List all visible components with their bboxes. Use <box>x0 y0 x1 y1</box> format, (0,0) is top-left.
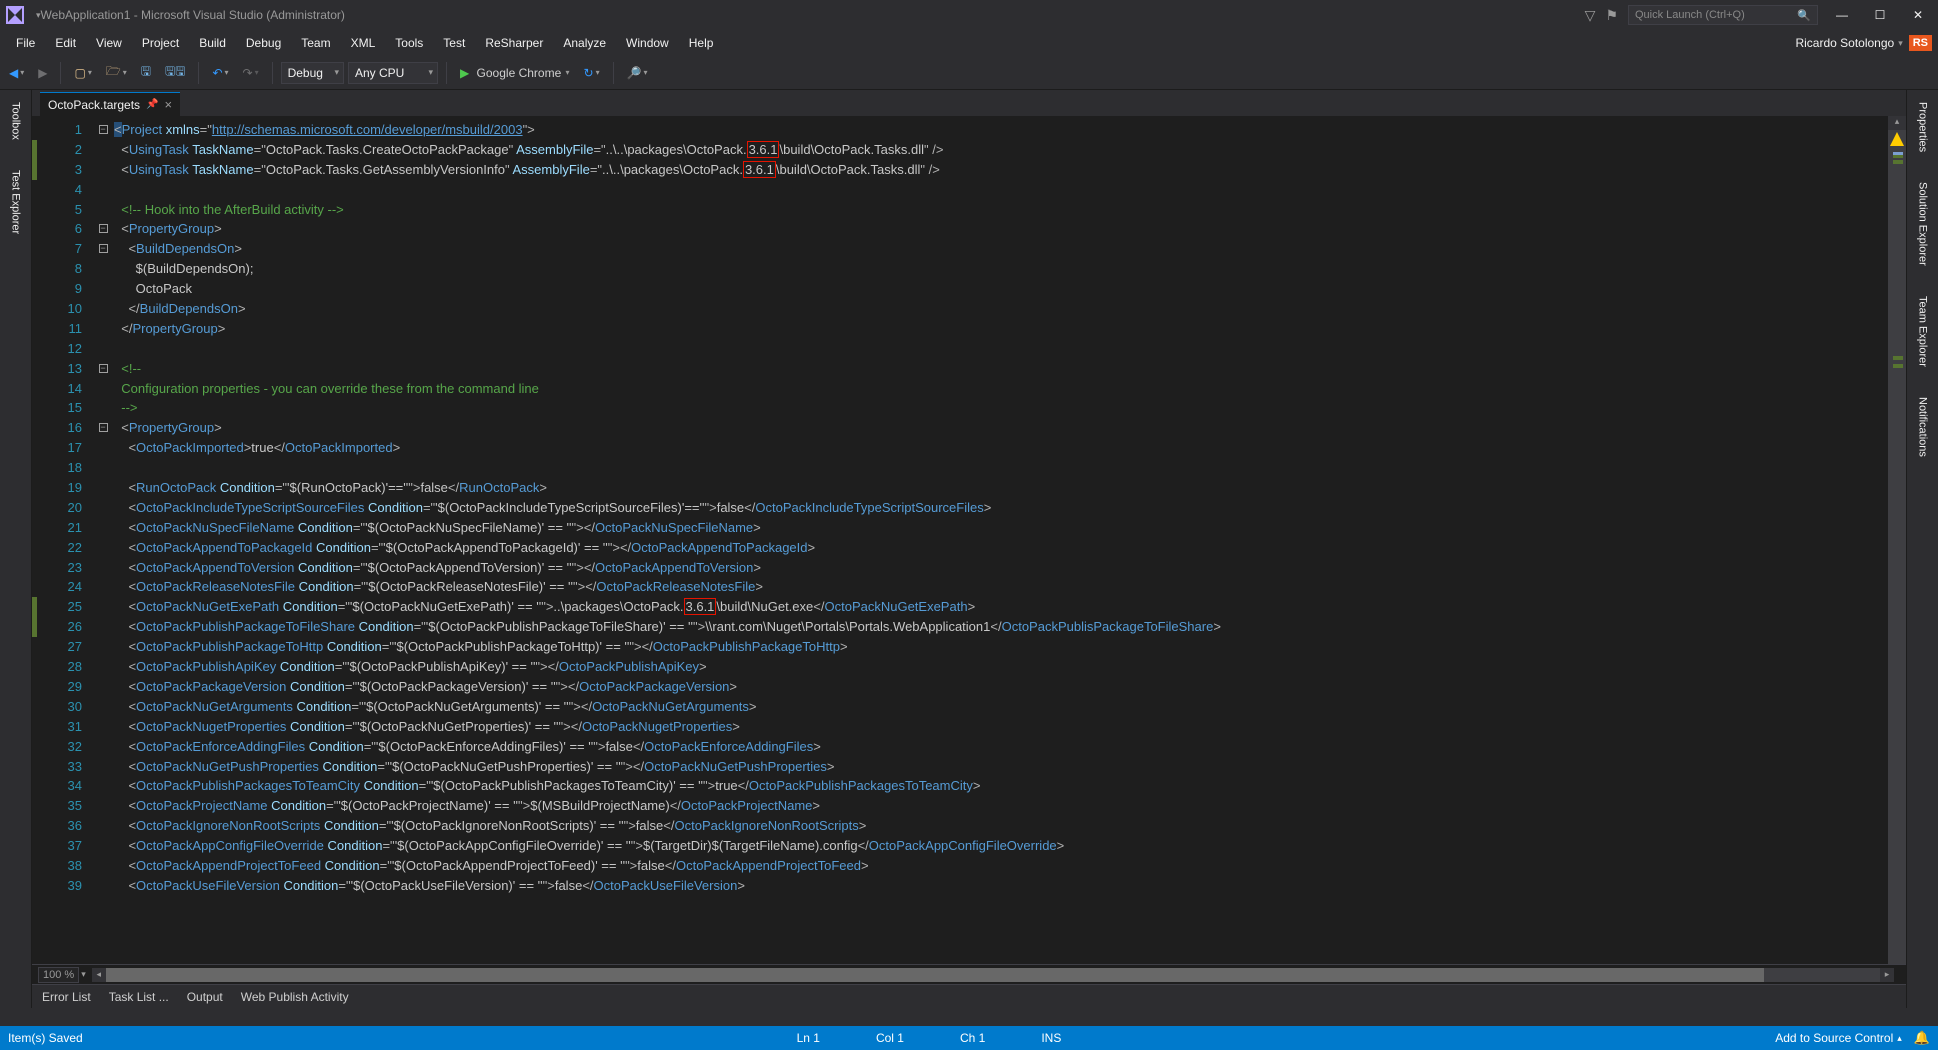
start-debug-button[interactable]: ▶ Google Chrome ▾ <box>455 63 575 83</box>
undo-button[interactable]: ↶▾ <box>207 63 233 83</box>
fold-column[interactable]: −−−−− <box>96 116 110 964</box>
close-button[interactable]: ✕ <box>1904 5 1932 25</box>
status-message: Item(s) Saved <box>8 1031 83 1045</box>
status-line: Ln 1 <box>769 1031 848 1045</box>
platform-combo[interactable]: Any CPU <box>348 62 438 84</box>
scroll-thumb[interactable] <box>106 968 1764 982</box>
nav-back-button[interactable]: ◀▾ <box>4 63 29 83</box>
document-tabs: OctoPack.targets 📌 × <box>32 90 1906 116</box>
change-mark <box>1893 364 1903 368</box>
redo-button[interactable]: ↷▾ <box>238 63 264 83</box>
menu-view[interactable]: View <box>86 33 132 53</box>
menu-file[interactable]: File <box>6 33 45 53</box>
editor-footer: 100 % ▾ ◂ ▸ <box>32 964 1906 984</box>
caret-mark <box>1893 152 1903 155</box>
menu-test[interactable]: Test <box>433 33 475 53</box>
maximize-button[interactable]: ☐ <box>1866 5 1894 25</box>
menu-edit[interactable]: Edit <box>45 33 86 53</box>
user-name[interactable]: Ricardo Sotolongo <box>1795 36 1894 50</box>
menu-project[interactable]: Project <box>132 33 189 53</box>
scroll-right-button[interactable]: ▸ <box>1880 968 1894 982</box>
config-combo[interactable]: Debug <box>281 62 344 84</box>
zoom-select[interactable]: 100 % <box>38 967 79 983</box>
side-tab-team-explorer[interactable]: Team Explorer <box>1915 290 1931 373</box>
source-control-button[interactable]: Add to Source Control▴ <box>1775 1031 1902 1045</box>
user-dropdown-icon[interactable]: ▾ <box>1898 38 1903 49</box>
code-area[interactable]: 1234567891011121314151617181920212223242… <box>32 116 1906 964</box>
search-icon: 🔍 <box>1797 9 1811 22</box>
status-bar: Item(s) Saved Ln 1 Col 1 Ch 1 INS Add to… <box>0 1026 1938 1050</box>
nav-fwd-button[interactable]: ▶ <box>33 63 52 83</box>
horizontal-scrollbar[interactable]: ◂ ▸ <box>92 968 1894 982</box>
feedback-icon[interactable]: ▽ <box>1585 7 1596 24</box>
side-tab-solution-explorer[interactable]: Solution Explorer <box>1915 176 1931 272</box>
menu-debug[interactable]: Debug <box>236 33 291 53</box>
quick-launch-input[interactable]: Quick Launch (Ctrl+Q) 🔍 <box>1628 5 1818 25</box>
toolbar: ◀▾ ▶ ▢▾ 🗁▾ 🖫 🖫🖫 ↶▾ ↷▾ Debug Any CPU ▶ Go… <box>0 56 1938 90</box>
tool-tab-task-list-[interactable]: Task List ... <box>107 987 171 1007</box>
scroll-left-button[interactable]: ◂ <box>92 968 106 982</box>
vertical-scrollbar[interactable]: ▴ <box>1888 116 1906 964</box>
left-sidebar: Toolbox Test Explorer <box>0 90 32 1008</box>
side-tab-toolbox[interactable]: Toolbox <box>8 96 24 146</box>
tool-tab-error-list[interactable]: Error List <box>40 987 93 1007</box>
tool-tab-output[interactable]: Output <box>185 987 225 1007</box>
status-col: Col 1 <box>848 1031 932 1045</box>
status-char: Ch 1 <box>932 1031 1013 1045</box>
minimize-button[interactable]: — <box>1828 5 1856 25</box>
window-title: WebApplication1 - Microsoft Visual Studi… <box>41 8 345 22</box>
menu-team[interactable]: Team <box>291 33 340 53</box>
menu-window[interactable]: Window <box>616 33 679 53</box>
new-file-button[interactable]: ▢▾ <box>69 63 96 83</box>
save-button[interactable]: 🖫 <box>136 59 156 86</box>
right-sidebar: Properties Solution Explorer Team Explorer… <box>1906 90 1938 1008</box>
close-tab-icon[interactable]: × <box>165 97 173 112</box>
menu-build[interactable]: Build <box>189 33 236 53</box>
open-file-button[interactable]: 🗁▾ <box>101 59 132 86</box>
user-avatar[interactable]: RS <box>1909 35 1932 51</box>
save-all-button[interactable]: 🖫🖫 <box>160 59 190 86</box>
main-area: Toolbox Test Explorer OctoPack.targets 📌 … <box>0 90 1938 1008</box>
notifications-flag-icon[interactable]: ⚑ <box>1605 7 1618 24</box>
tool-tab-web-publish-activity[interactable]: Web Publish Activity <box>239 987 351 1007</box>
find-in-files-button[interactable]: 🔎▾ <box>622 63 653 83</box>
menu-xml[interactable]: XML <box>341 33 386 53</box>
status-ins: INS <box>1013 1031 1089 1045</box>
title-bar: ▾ WebApplication1 - Microsoft Visual Stu… <box>0 0 1938 30</box>
tab-label: OctoPack.targets <box>48 98 140 112</box>
pin-icon[interactable]: 📌 <box>146 99 158 110</box>
bottom-tool-tabs: Error List Task List ... Output Web Publish… <box>32 984 1906 1008</box>
notifications-bell-icon[interactable]: 🔔 <box>1914 1030 1930 1046</box>
menu-resharper[interactable]: ReSharper <box>475 33 553 53</box>
zoom-dropdown-icon[interactable]: ▾ <box>81 969 86 980</box>
menu-analyze[interactable]: Analyze <box>553 33 616 53</box>
change-mark <box>1893 160 1903 164</box>
warning-indicator-icon[interactable] <box>1890 132 1904 146</box>
editor-pane: OctoPack.targets 📌 × 1234567891011121314… <box>32 90 1906 1008</box>
side-tab-notifications[interactable]: Notifications <box>1915 391 1931 463</box>
tab-octopack-targets[interactable]: OctoPack.targets 📌 × <box>40 92 180 116</box>
vs-logo-icon <box>6 6 24 24</box>
side-tab-properties[interactable]: Properties <box>1915 96 1931 158</box>
scroll-up-button[interactable]: ▴ <box>1888 116 1906 130</box>
side-tab-test-explorer[interactable]: Test Explorer <box>8 164 24 240</box>
change-mark <box>1893 356 1903 360</box>
code-content[interactable]: <Project xmlns="http://schemas.microsoft… <box>110 116 1888 964</box>
line-number-gutter: 1234567891011121314151617181920212223242… <box>32 116 96 964</box>
menu-help[interactable]: Help <box>679 33 724 53</box>
quick-launch-placeholder: Quick Launch (Ctrl+Q) <box>1635 9 1745 21</box>
browser-refresh-button[interactable]: ↻▾ <box>579 63 605 83</box>
menu-tools[interactable]: Tools <box>385 33 433 53</box>
menu-bar: FileEditViewProjectBuildDebugTeamXMLTool… <box>0 30 1938 56</box>
